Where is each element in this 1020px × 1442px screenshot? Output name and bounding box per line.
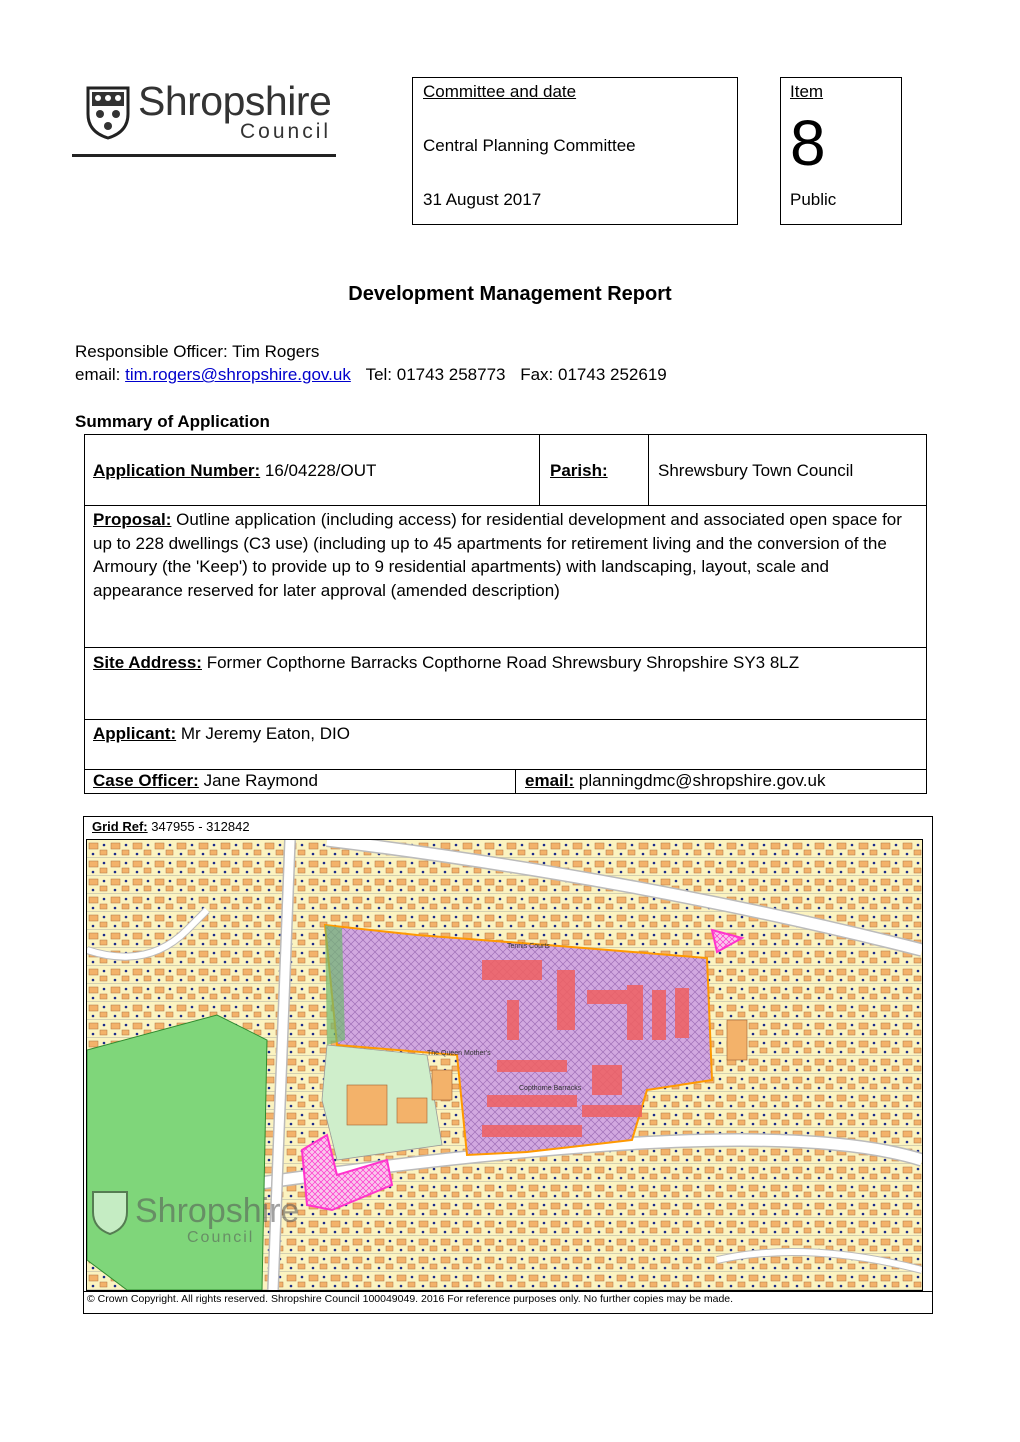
committee-date: 31 August 2017 (423, 190, 542, 209)
officer-email-label: email: (75, 365, 121, 384)
officer-contact: email: tim.rogers@shropshire.gov.uk Tel:… (75, 365, 667, 385)
case-officer-label: Case Officer: (93, 771, 199, 790)
watermark-sub: Council (187, 1229, 254, 1246)
officer-email-link[interactable]: tim.rogers@shropshire.gov.uk (125, 365, 351, 384)
case-email-label: email: (525, 771, 575, 790)
committee-name: Central Planning Committee (423, 136, 636, 155)
summary-row-site: Site Address: Former Copthorne Barracks … (85, 648, 926, 720)
logo-sub: Council (240, 120, 332, 143)
applicant-value: Mr Jeremy Eaton, DIO (180, 724, 350, 743)
site-address-label: Site Address: (93, 653, 202, 672)
proposal-label: Proposal: (93, 510, 172, 529)
case-email-value: planningdmc@shropshire.gov.uk (578, 771, 826, 790)
map-copyright: © Crown Copyright. All rights reserved. … (84, 1291, 932, 1305)
logo-name: Shropshire (138, 78, 332, 124)
map-label-queen-mother: The Queen Mother's (427, 1050, 491, 1057)
committee-heading: Committee and date (423, 82, 577, 101)
summary-row-applicant: Applicant: Mr Jeremy Eaton, DIO (85, 720, 926, 770)
map-label-barracks: Copthorne Barracks (519, 1085, 582, 1092)
map-label-tennis: Tennis Courts (507, 943, 550, 950)
item-box: Item 8 Public (780, 77, 902, 225)
officer-tel: Tel: 01743 258773 (365, 365, 506, 384)
site-address-value: Former Copthorne Barracks Copthorne Road… (206, 653, 800, 672)
parish-label: Parish: (550, 461, 608, 480)
page-title: Development Management Report (348, 283, 672, 305)
item-heading: Item (790, 82, 824, 101)
case-officer-value: Jane Raymond (203, 771, 318, 790)
item-status: Public (790, 190, 837, 209)
watermark-name: Shropshire (135, 1192, 299, 1230)
responsible-officer: Responsible Officer: Tim Rogers (75, 342, 320, 361)
proposal-value: Outline application (including access) f… (93, 510, 902, 600)
committee-box: Committee and date Central Planning Comm… (412, 77, 738, 225)
summary-row-application: Application Number: 16/04228/OUT Parish:… (85, 435, 926, 506)
summary-table: Application Number: 16/04228/OUT Parish:… (84, 434, 927, 794)
application-number-label: Application Number: (93, 461, 261, 480)
summary-row-proposal: Proposal: Outline application (including… (85, 506, 926, 648)
grid-ref-label: Grid Ref: (92, 819, 148, 834)
summary-row-officer: Case Officer: Jane Raymond email: planni… (85, 770, 926, 793)
grid-ref-value: 347955 - 312842 (151, 819, 250, 834)
parish-value: Shrewsbury Town Council (658, 461, 854, 480)
item-number: 8 (790, 107, 826, 179)
shropshire-council-logo: Shropshire Council (72, 78, 336, 157)
applicant-label: Applicant: (93, 724, 177, 743)
site-map-svg: Copthorne Barracks The Queen Mother's Te… (87, 840, 922, 1290)
crest-icon (86, 86, 130, 140)
site-map[interactable]: Copthorne Barracks The Queen Mother's Te… (86, 839, 923, 1291)
summary-heading: Summary of Application (75, 412, 270, 431)
map-box: Grid Ref: 347955 - 312842 Copthorne Barr… (83, 816, 933, 1314)
application-number-value: 16/04228/OUT (264, 461, 377, 480)
officer-fax: Fax: 01743 252619 (520, 365, 667, 384)
